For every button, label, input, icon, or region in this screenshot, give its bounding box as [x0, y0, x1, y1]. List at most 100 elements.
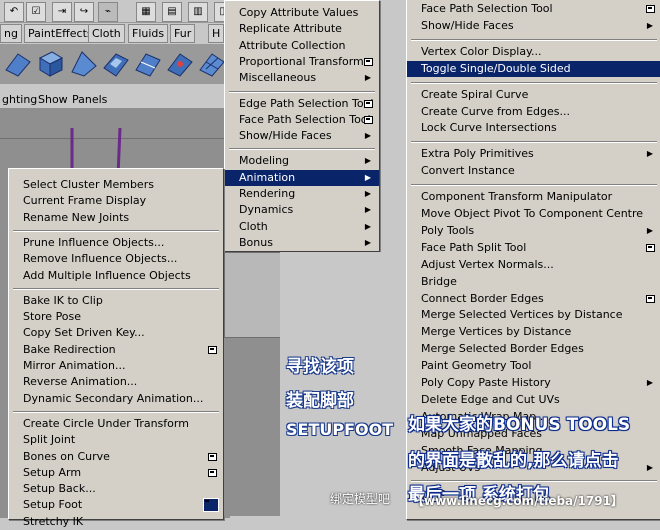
option-box-icon[interactable]: [364, 115, 373, 124]
option-box-icon[interactable]: [646, 5, 655, 13]
render-icon[interactable]: ▦: [136, 2, 156, 22]
menu-item[interactable]: Replicate Attribute: [225, 21, 379, 37]
menu-item[interactable]: Face Path Selection Tool: [225, 112, 379, 128]
menu-item[interactable]: Delete Edge and Cut UVs: [407, 392, 660, 408]
menu-item[interactable]: Cloth ▶: [225, 219, 379, 235]
shelf-tab[interactable]: Cloth: [88, 24, 125, 43]
menu-item[interactable]: Create Spiral Curve: [407, 87, 660, 103]
menu-item[interactable]: Extra Poly Primitives ▶: [407, 146, 660, 162]
menu-item[interactable]: Create Circle Under Transform: [9, 416, 223, 432]
menu-item[interactable]: Show/Hide Faces ▶: [407, 18, 660, 34]
menu-item[interactable]: Mirror Animation...: [9, 358, 223, 374]
menu-item[interactable]: Face Path Selection Tool: [407, 1, 660, 17]
menu-item[interactable]: Toggle Single/Double Sided: [407, 60, 660, 77]
checkbox-icon[interactable]: ☑: [26, 2, 46, 22]
menu-item[interactable]: Rename New Joints: [9, 210, 223, 226]
option-box-icon[interactable]: [203, 498, 219, 513]
viewport-menubar: ghting Show Panels: [0, 90, 230, 109]
option-box-icon[interactable]: [208, 345, 217, 354]
menu-item[interactable]: Bake IK to Clip: [9, 293, 223, 309]
poly-plane-icon[interactable]: [4, 48, 32, 78]
menu-item-label: Add Multiple Influence Objects: [23, 268, 191, 282]
magnet-icon[interactable]: ⌁: [98, 2, 118, 22]
menu-item[interactable]: Dynamic Secondary Animation...: [9, 391, 223, 407]
menu-item[interactable]: Setup Back...: [9, 481, 223, 497]
submenu-arrow-icon: ▶: [364, 221, 371, 231]
menu-item[interactable]: Paint Geometry Tool: [407, 358, 660, 374]
menu-item-label: Delete Edge and Cut UVs: [421, 392, 560, 406]
shelf-tab[interactable]: Fluids: [128, 24, 169, 43]
menu-item[interactable]: Merge Selected Vertices by Distance: [407, 307, 660, 323]
menu-item[interactable]: Bridge: [407, 274, 660, 290]
menu-item[interactable]: Rendering ▶: [225, 186, 379, 202]
menu-item[interactable]: Connect Border Edges: [407, 291, 660, 307]
menu-item[interactable]: Move Object Pivot To Component Centre: [407, 206, 660, 222]
menu-item[interactable]: Component Transform Manipulator: [407, 189, 660, 205]
menu-item-label: Dynamic Secondary Animation...: [23, 391, 204, 405]
menu-item[interactable]: Setup Arm: [9, 465, 223, 481]
option-box-icon[interactable]: [208, 452, 217, 461]
poly-cube-icon[interactable]: [36, 48, 64, 78]
shelf-tab[interactable]: ng: [0, 24, 22, 43]
menu-item-label: Show/Hide Faces: [421, 18, 514, 32]
menu-item[interactable]: Edge Path Selection Tool: [225, 96, 379, 112]
menu-item[interactable]: Miscellaneous ▶: [225, 70, 379, 86]
menu-item[interactable]: Split Joint: [9, 432, 223, 448]
menu-item[interactable]: Add Multiple Influence Objects: [9, 268, 223, 284]
menu-item[interactable]: Animation ▶: [225, 169, 379, 186]
menu-item[interactable]: Store Pose: [9, 309, 223, 325]
menu-item[interactable]: Face Path Split Tool: [407, 240, 660, 256]
menu-item[interactable]: Merge Vertices by Distance: [407, 324, 660, 340]
menu-item[interactable]: Merge Selected Border Edges: [407, 341, 660, 357]
annotation-area: [280, 252, 406, 516]
menu-item[interactable]: Proportional Transform: [225, 54, 379, 70]
ipr-render-icon[interactable]: ▤: [162, 2, 182, 22]
menu-item[interactable]: Lock Curve Intersections: [407, 120, 660, 136]
menu-item[interactable]: Show/Hide Faces ▶: [225, 128, 379, 144]
poly-extrude-icon[interactable]: [102, 48, 130, 78]
menu-item[interactable]: Copy Set Driven Key...: [9, 325, 223, 341]
annotation-bonus-tools: 如果大家的BONUS TOOLS: [408, 415, 631, 435]
menu-item[interactable]: Poly Tools ▶: [407, 223, 660, 239]
menu-item[interactable]: Bonus ▶: [225, 235, 379, 251]
menu-item[interactable]: Reverse Animation...: [9, 374, 223, 390]
viewport-menu-show[interactable]: Show: [38, 93, 68, 106]
option-box-icon[interactable]: [364, 99, 373, 108]
menu-item[interactable]: Setup Foot: [9, 497, 223, 513]
shelf-tab[interactable]: Fur: [170, 24, 196, 43]
option-box-icon[interactable]: [646, 243, 655, 252]
poly-subdivide-icon[interactable]: [198, 48, 226, 78]
menu-item[interactable]: Create Curve from Edges...: [407, 104, 660, 120]
menu-item[interactable]: Dynamics ▶: [225, 202, 379, 218]
shelf-tab[interactable]: PaintEffects: [24, 24, 97, 43]
menu-item[interactable]: Attribute Collection: [225, 38, 379, 54]
menu-item[interactable]: Remove Influence Objects...: [9, 251, 223, 267]
menu-item[interactable]: Current Frame Display: [9, 193, 223, 209]
option-box-icon[interactable]: [646, 294, 655, 303]
menu-item[interactable]: Bake Redirection: [9, 342, 223, 358]
lasso-icon[interactable]: ↶: [4, 2, 24, 22]
menu-item[interactable]: Convert Instance: [407, 163, 660, 179]
render-settings-icon[interactable]: ▥: [188, 2, 208, 22]
menu-item[interactable]: Vertex Color Display...: [407, 44, 660, 60]
option-box-icon[interactable]: [364, 57, 373, 66]
menu-item-label: Merge Selected Border Edges: [421, 342, 584, 356]
menu-item-label: Face Path Split Tool: [421, 240, 527, 254]
shelf-tab[interactable]: H: [208, 24, 225, 43]
viewport-menu-panels[interactable]: Panels: [72, 93, 107, 106]
option-box-icon[interactable]: [208, 468, 217, 477]
menu-item[interactable]: Copy Attribute Values: [225, 5, 379, 21]
menu-item[interactable]: Select Cluster Members: [9, 177, 223, 193]
menu-item[interactable]: Adjust Vertex Normals...: [407, 257, 660, 273]
poly-wedge-icon[interactable]: [70, 48, 98, 78]
menu-item[interactable]: Stretchy IK: [9, 514, 223, 530]
input-icon[interactable]: ⇥: [52, 2, 72, 22]
menu-item[interactable]: Modeling ▶: [225, 153, 379, 169]
poly-merge-icon[interactable]: [166, 48, 194, 78]
poly-split-icon[interactable]: [134, 48, 162, 78]
output-icon[interactable]: ↪: [74, 2, 94, 22]
menu-item[interactable]: Prune Influence Objects...: [9, 235, 223, 251]
menu-item[interactable]: Poly Copy Paste History ▶: [407, 375, 660, 391]
menu-item[interactable]: Bones on Curve: [9, 449, 223, 465]
viewport-menu-lighting[interactable]: ghting: [2, 93, 37, 106]
